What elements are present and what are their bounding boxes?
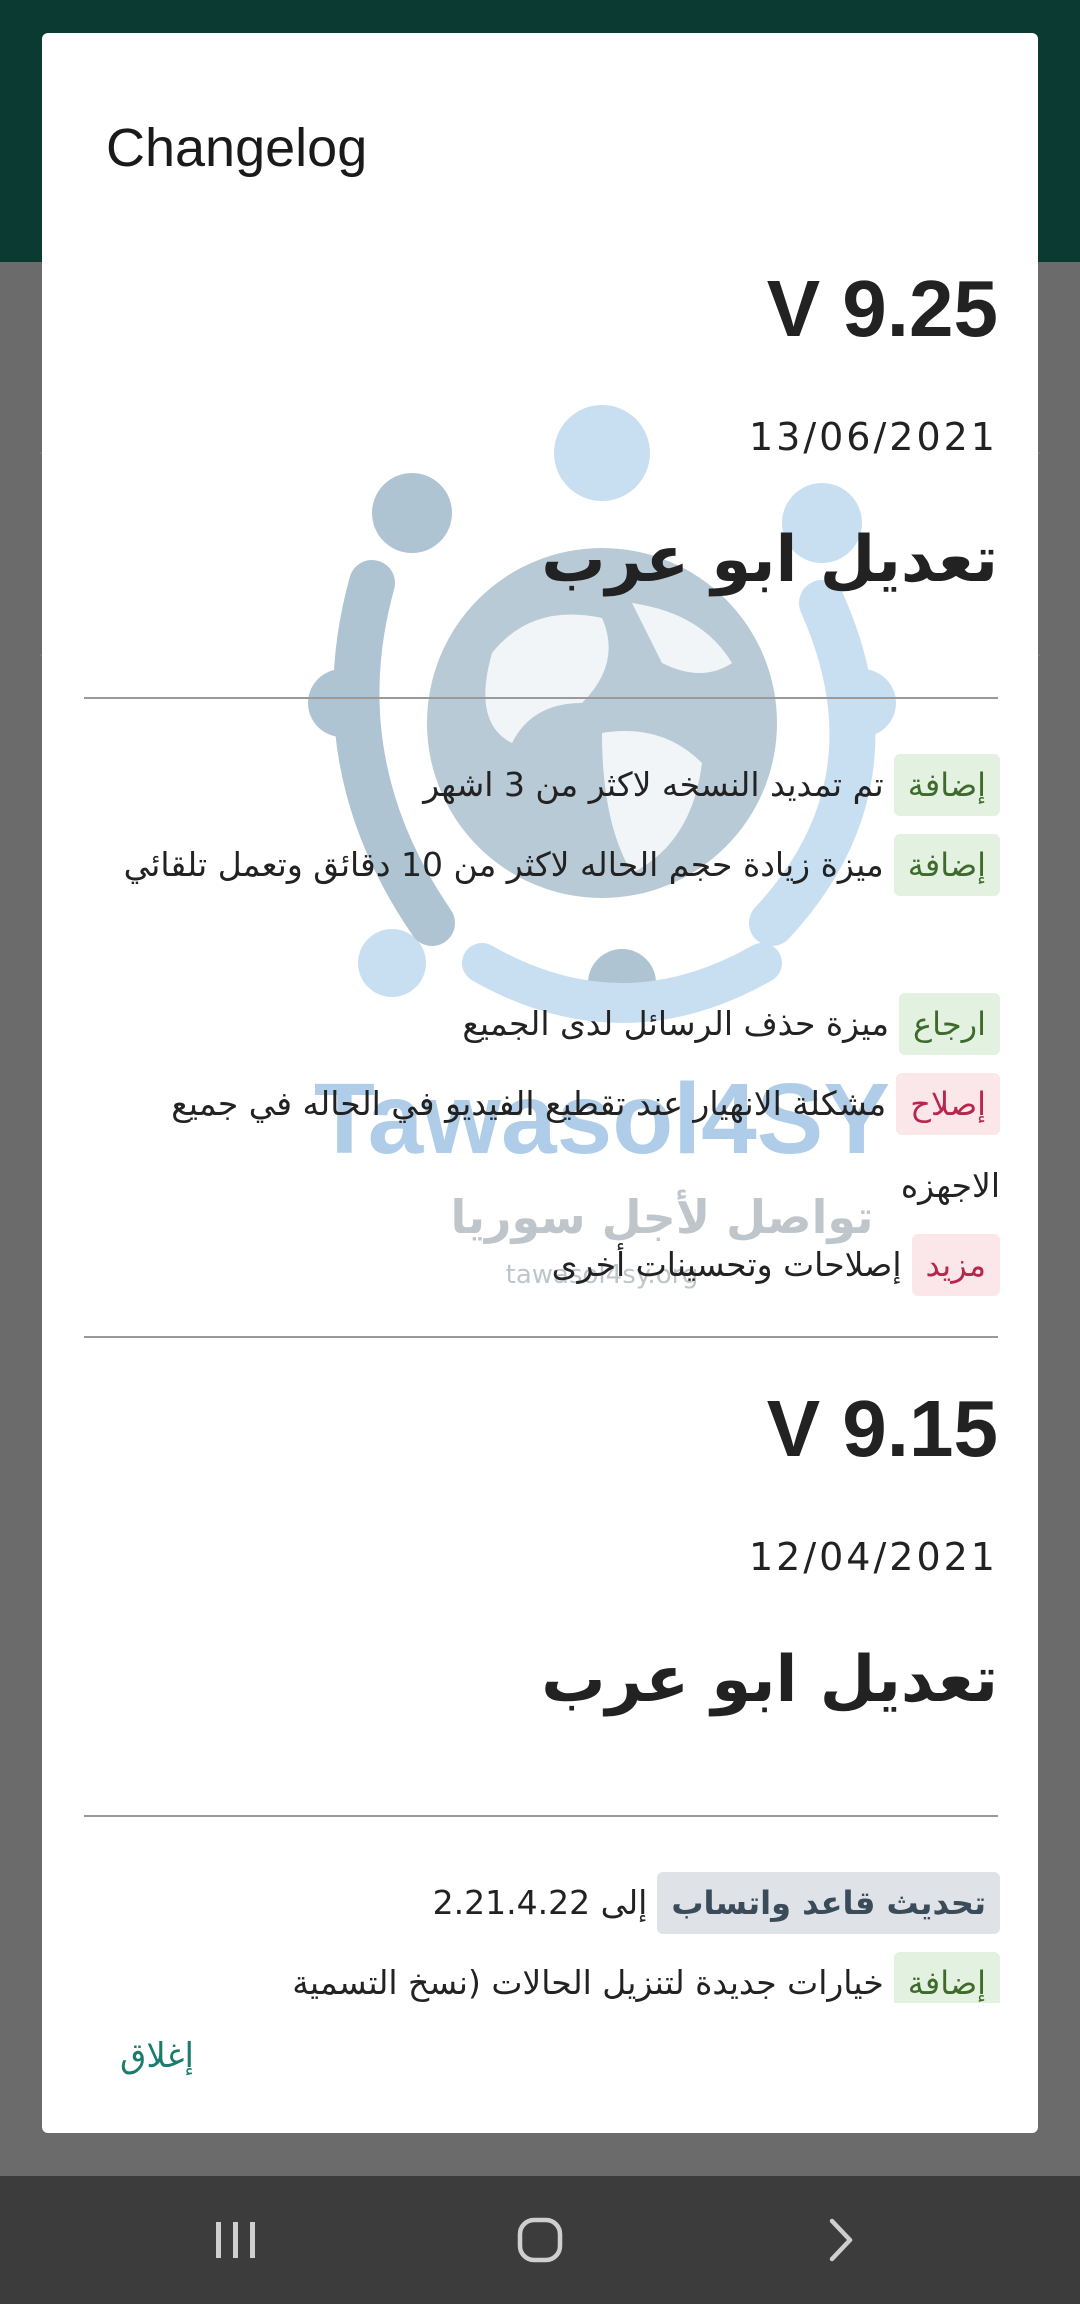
tag-add: إضافة <box>893 1952 1000 2003</box>
changelog-entry: إصلاحمشكلة الانهيار عند تقطيع الفيديو في… <box>70 1063 1000 1227</box>
tag-more: مزيد <box>911 1234 1000 1296</box>
back-button[interactable] <box>800 2206 880 2274</box>
release-title: تعديل ابو عرب <box>541 523 998 597</box>
entry-text: إلى 2.21.4.22 <box>432 1883 648 1922</box>
recent-apps-button[interactable] <box>196 2206 276 2274</box>
system-navigation-bar <box>0 2176 1080 2304</box>
tag-add: إضافة <box>893 834 1000 896</box>
dialog-title: Changelog <box>106 118 368 178</box>
changelog-entry: ارجاعميزة حذف الرسائل لدى الجميع <box>70 983 1000 1065</box>
changelog-entry: إضافةخيارات جديدة لتنزيل الحالات (نسخ ال… <box>70 1942 1000 2003</box>
home-button[interactable] <box>500 2206 580 2274</box>
release-divider <box>84 1336 998 1338</box>
entry-text: ميزة حذف الرسائل لدى الجميع <box>462 1004 890 1043</box>
release-version: V 9.15 <box>766 1384 998 1473</box>
tag-update: تحديث قاعد واتساب <box>657 1872 1000 1934</box>
release-divider <box>84 697 998 699</box>
changelog-scroll-area[interactable]: Tawasol4SY تواصل لأجل سوريا tawasol4sy.o… <box>42 223 1038 2003</box>
release-version: V 9.25 <box>766 264 998 353</box>
home-icon <box>517 2217 563 2263</box>
release-date: 13/06/2021 <box>748 415 998 459</box>
tag-revert: ارجاع <box>899 993 1000 1055</box>
release-divider <box>84 1815 998 1817</box>
entry-text: خيارات جديدة لتنزيل الحالات (نسخ التسمية <box>292 1963 884 2002</box>
changelog-entry: إضافةتم تمديد النسخه لاكثر من 3 اشهر <box>70 744 1000 826</box>
entry-text: إصلاحات وتحسينات أخرى <box>551 1245 902 1284</box>
changelog-entry: تحديث قاعد واتسابإلى 2.21.4.22 <box>70 1862 1000 1944</box>
changelog-entry: إضافةميزة زيادة حجم الحاله لاكثر من 10 د… <box>70 824 1000 906</box>
changelog-dialog: Changelog Tawasol4SY تواصل لأجل سوريا ta… <box>42 33 1038 2133</box>
release-title: تعديل ابو عرب <box>541 1643 998 1717</box>
entry-text: مشكلة الانهيار عند تقطيع الفيديو في الحا… <box>171 1084 1000 1205</box>
changelog-entry: مزيدإصلاحات وتحسينات أخرى <box>70 1224 1000 1306</box>
entry-text: ميزة زيادة حجم الحاله لاكثر من 10 دقائق … <box>123 845 884 884</box>
entry-text: تم تمديد النسخه لاكثر من 3 اشهر <box>423 765 884 804</box>
close-button[interactable]: إغلاق <box>120 2036 194 2076</box>
tag-fix: إصلاح <box>896 1073 1000 1135</box>
chevron-right-icon <box>829 2218 853 2262</box>
recent-apps-icon <box>216 2222 255 2258</box>
release-date: 12/04/2021 <box>748 1535 998 1579</box>
tag-add: إضافة <box>893 754 1000 816</box>
